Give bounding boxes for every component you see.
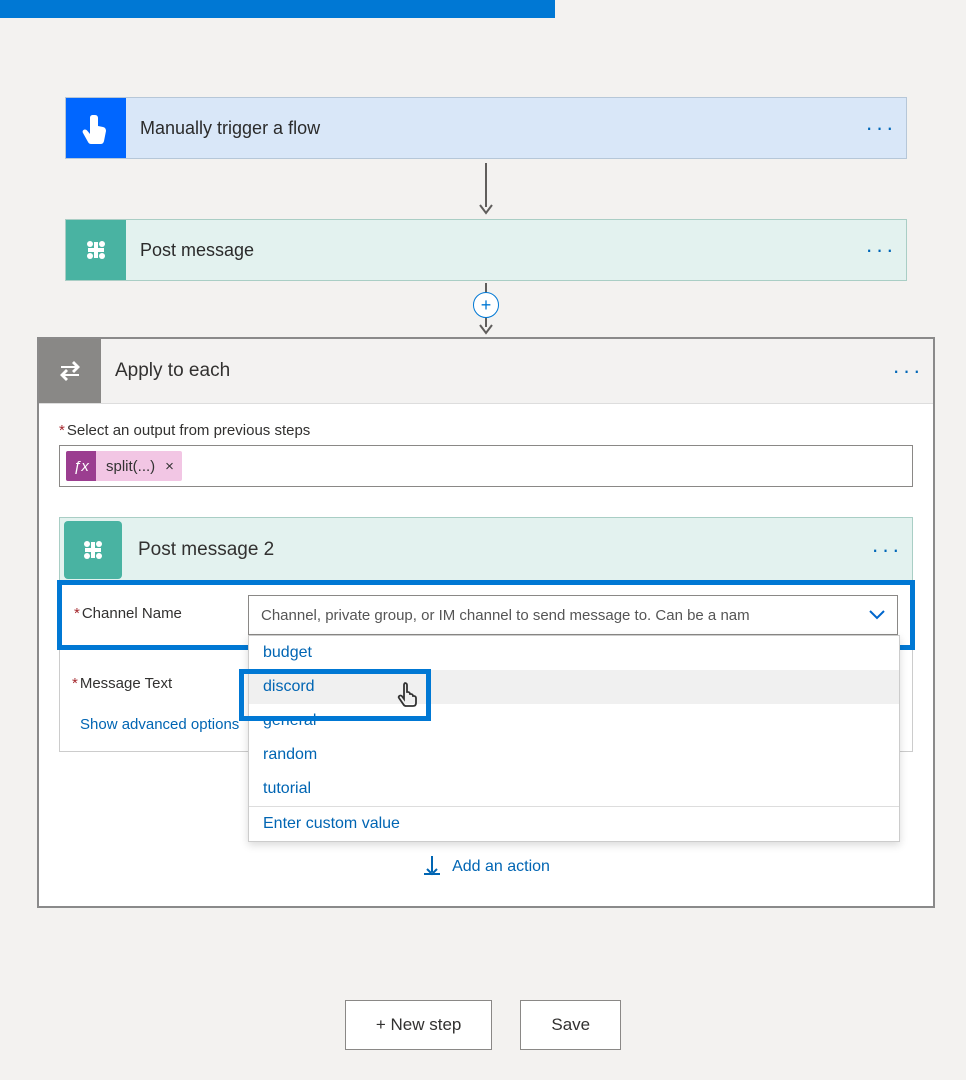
channel-name-select[interactable]: Channel, private group, or IM channel to…: [248, 595, 898, 635]
token-text: split(...): [96, 458, 165, 475]
channel-dropdown: budget discord general random tutorial E…: [248, 635, 900, 842]
channel-option-custom[interactable]: Enter custom value: [249, 806, 899, 841]
insert-step-button[interactable]: +: [473, 292, 499, 318]
fx-icon: ƒx: [66, 451, 96, 481]
channel-name-label: *Channel Name: [74, 595, 248, 622]
channel-option-general[interactable]: general: [249, 704, 899, 738]
apply-to-each-card: Apply to each ··· *Select an output from…: [37, 337, 935, 908]
trigger-card[interactable]: Manually trigger a flow ···: [65, 97, 907, 159]
manual-trigger-icon: [66, 98, 126, 158]
channel-option-random[interactable]: random: [249, 738, 899, 772]
post-message-title: Post message: [126, 240, 856, 261]
new-step-button[interactable]: + New step: [345, 1000, 493, 1050]
top-ribbon: [0, 0, 555, 18]
pointer-cursor-icon: [397, 681, 419, 707]
post-message-2-title: Post message 2: [122, 539, 862, 561]
channel-option-budget[interactable]: budget: [249, 636, 899, 670]
apply-to-each-header[interactable]: Apply to each ···: [39, 339, 933, 404]
select-output-input[interactable]: ƒx split(...) ×: [59, 445, 913, 487]
post-message-menu-button[interactable]: ···: [856, 237, 906, 263]
add-action-icon: [422, 856, 442, 878]
token-remove-icon[interactable]: ×: [165, 458, 182, 475]
message-text-label: *Message Text: [72, 665, 246, 692]
apply-to-each-menu-button[interactable]: ···: [883, 358, 933, 384]
slack-icon: [66, 220, 126, 280]
select-output-label: *Select an output from previous steps: [59, 422, 913, 439]
expression-token[interactable]: ƒx split(...) ×: [66, 451, 182, 481]
post-message-2-menu-button[interactable]: ···: [862, 537, 912, 563]
channel-name-placeholder: Channel, private group, or IM channel to…: [261, 607, 750, 624]
channel-name-row: *Channel Name Channel, private group, or…: [57, 580, 915, 650]
chevron-down-icon: [869, 607, 885, 624]
connector-arrow-plus: +: [65, 281, 907, 337]
slack-icon: [64, 521, 122, 579]
trigger-menu-button[interactable]: ···: [856, 115, 906, 141]
post-message-2-card[interactable]: Post message 2 ···: [59, 517, 913, 583]
connector-arrow: [65, 159, 907, 219]
loop-icon: [39, 339, 101, 403]
channel-option-tutorial[interactable]: tutorial: [249, 772, 899, 806]
bottom-buttons: + New step Save: [0, 1000, 966, 1050]
channel-option-discord[interactable]: discord: [249, 670, 899, 704]
post-message-card[interactable]: Post message ···: [65, 219, 907, 281]
trigger-title: Manually trigger a flow: [126, 118, 856, 139]
flow-canvas: Manually trigger a flow ··· Post message…: [65, 97, 907, 337]
apply-to-each-title: Apply to each: [101, 360, 883, 382]
save-button[interactable]: Save: [520, 1000, 621, 1050]
